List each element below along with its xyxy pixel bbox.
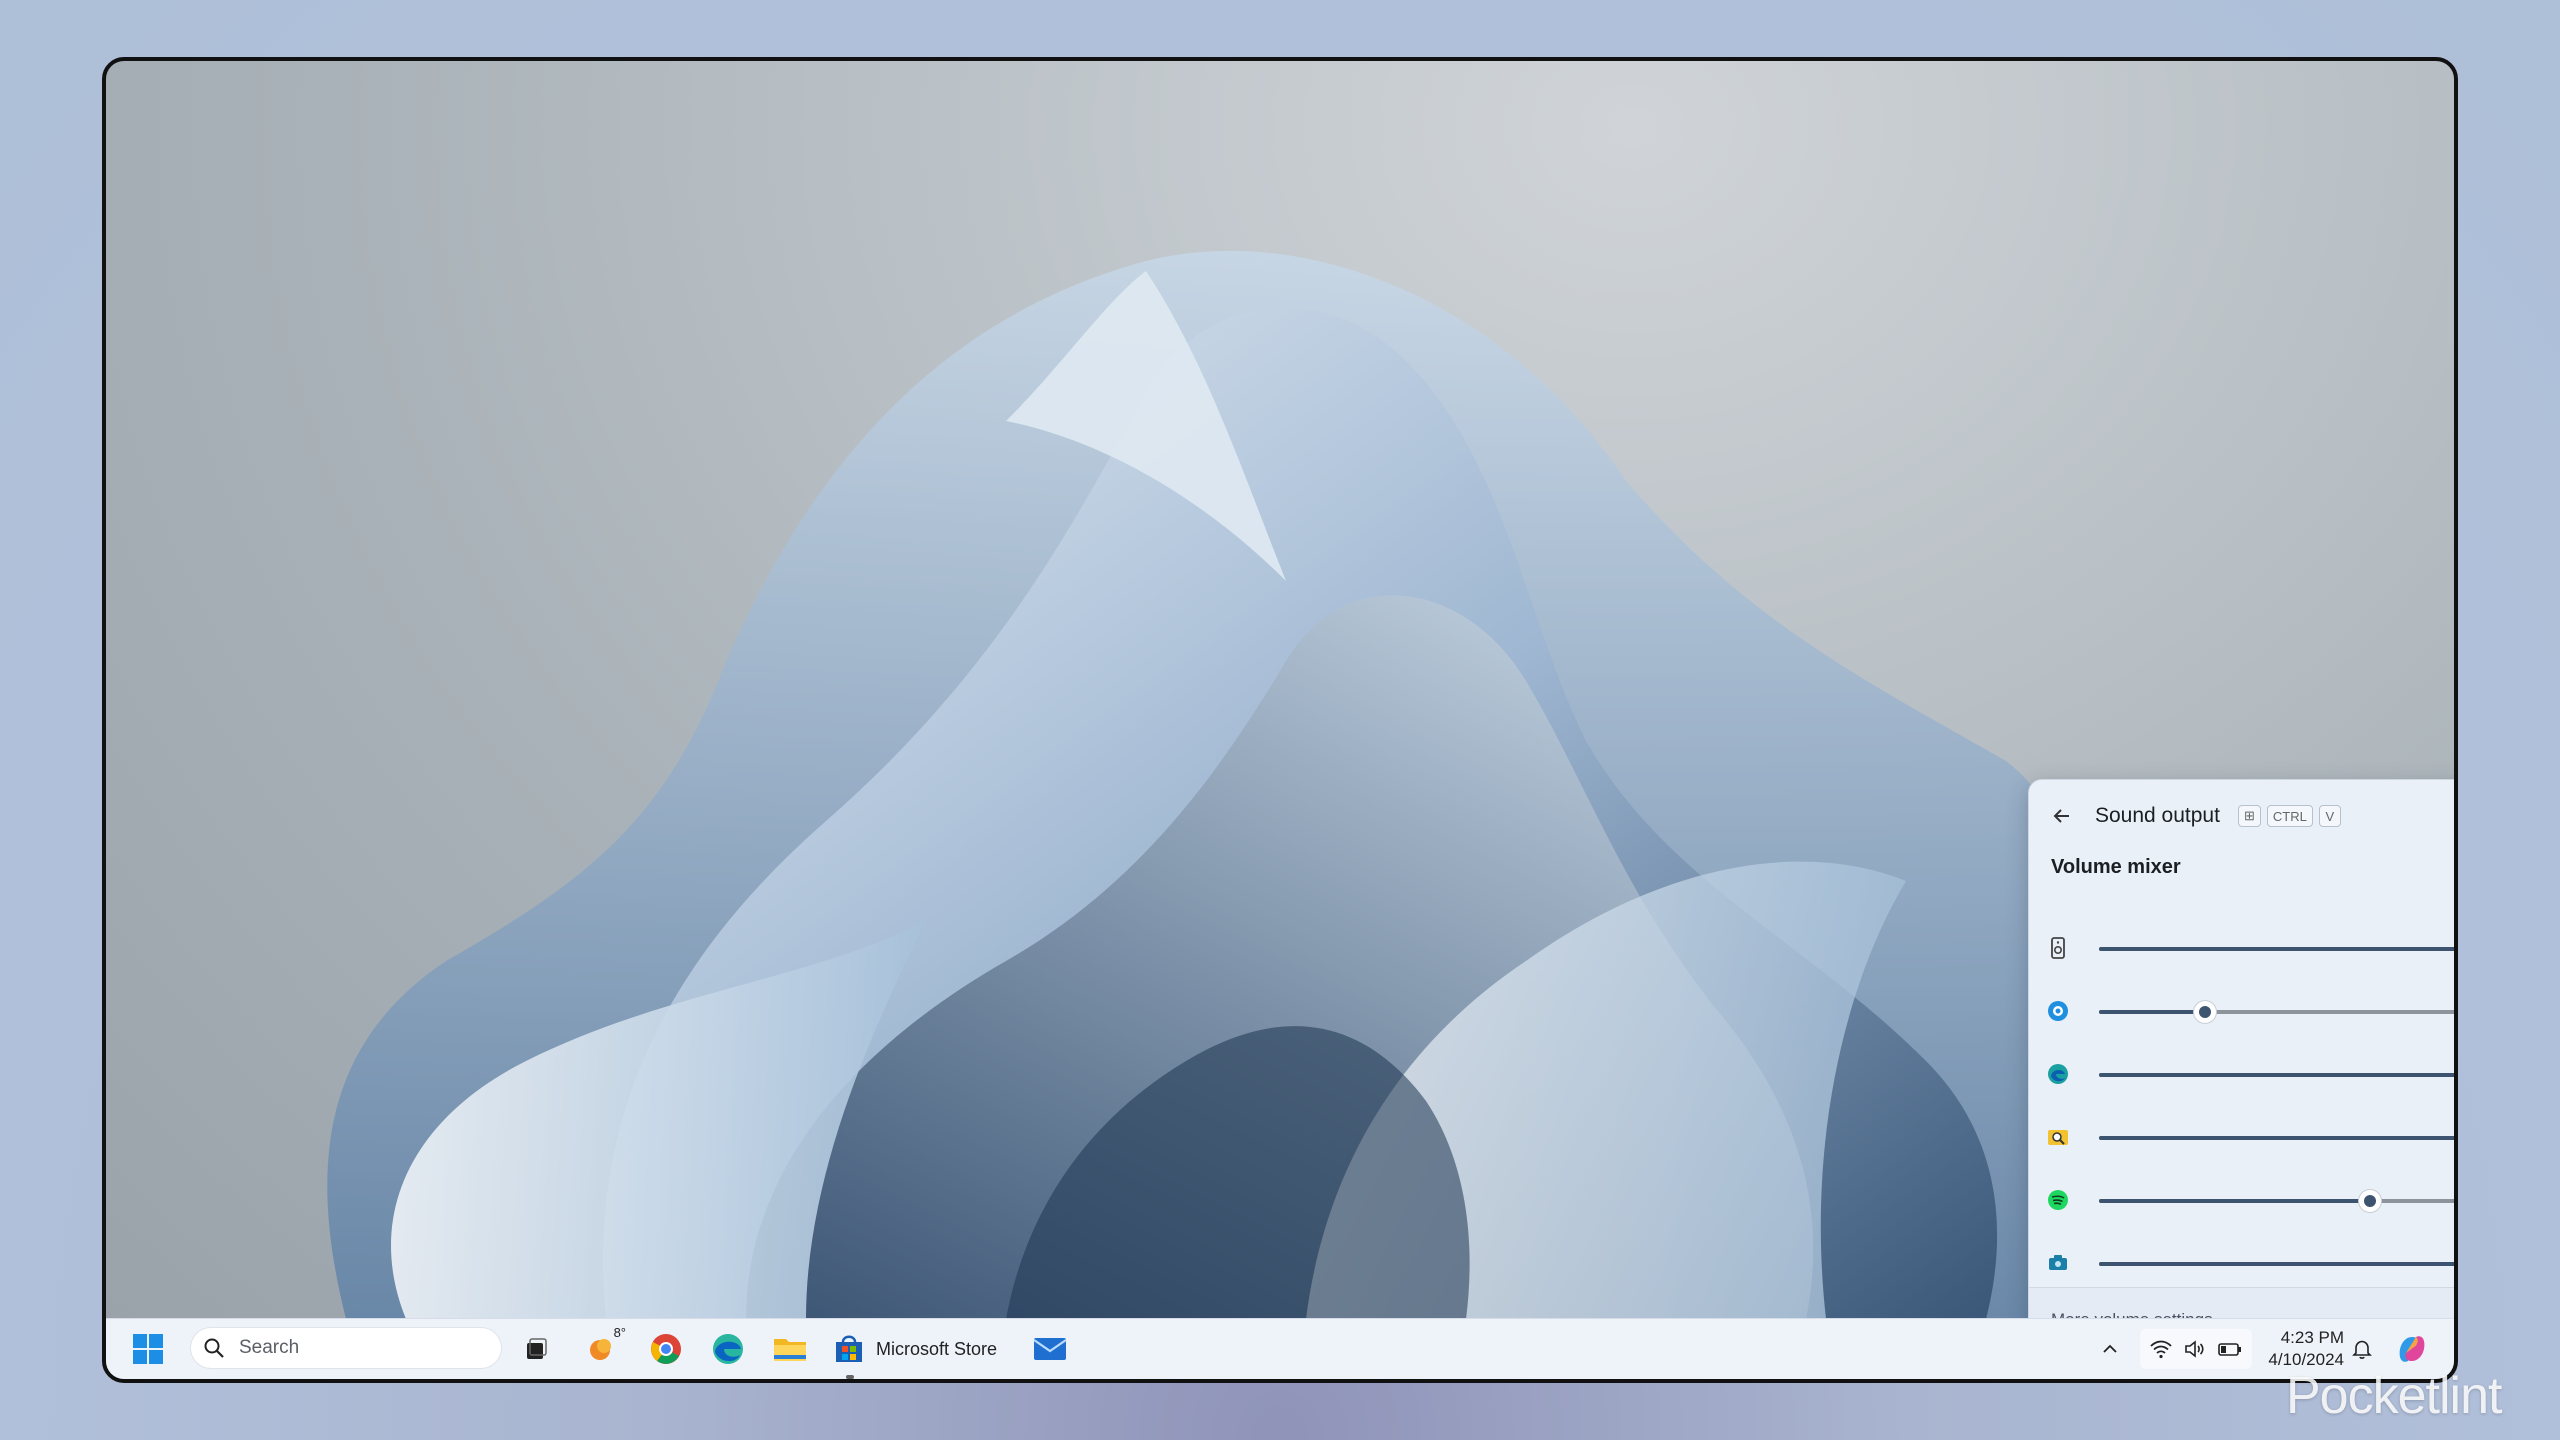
clock[interactable]: 4:23 PM 4/10/2024 (2268, 1327, 2344, 1371)
microsoft-store-label: Microsoft Store (876, 1338, 998, 1359)
windows-logo-icon (133, 1334, 163, 1364)
v-key: V (2318, 805, 2341, 827)
sound-output-title: Sound output (2095, 804, 2220, 827)
back-arrow-icon[interactable] (2051, 805, 2073, 827)
microsoft-store-icon (836, 1335, 862, 1362)
file-explorer-button[interactable] (768, 1329, 812, 1369)
slider-row (2029, 1243, 2454, 1283)
slider-row (2029, 1180, 2454, 1220)
widgets-button[interactable]: 8° (580, 1325, 626, 1369)
running-indicator (846, 1375, 854, 1379)
mail-icon (1033, 1338, 1067, 1360)
bell-icon (2352, 1340, 2372, 1359)
mail-button[interactable] (1028, 1329, 1072, 1369)
app-circle-icon (2048, 1001, 2068, 1021)
start-button[interactable] (128, 1329, 168, 1369)
slider-thumb[interactable] (2359, 1190, 2382, 1212)
flyout-header: Sound output ⊞ CTRL V (2051, 800, 2341, 832)
slider-row (2029, 1054, 2454, 1094)
microsoft-store-button[interactable]: Microsoft Store (832, 1329, 1012, 1379)
slider-thumb[interactable] (2194, 1001, 2216, 1023)
copilot-icon (2399, 1336, 2425, 1362)
taskbar-search[interactable]: Search (190, 1327, 502, 1369)
wifi-icon (2150, 1340, 2172, 1359)
task-view-button[interactable] (516, 1329, 556, 1369)
shortcut-hint: ⊞ CTRL V (2232, 805, 2341, 827)
edge-button[interactable] (706, 1329, 750, 1369)
task-view-icon (527, 1338, 547, 1359)
battery-icon (2218, 1343, 2241, 1356)
weather-sun-icon (590, 1339, 611, 1360)
volume-icon (2185, 1340, 2204, 1358)
clock-time: 4:23 PM (2280, 1328, 2344, 1347)
quick-settings-button[interactable] (2140, 1329, 2252, 1369)
copilot-button[interactable] (2392, 1329, 2432, 1369)
volume-slider[interactable] (2099, 1136, 2454, 1140)
slider-row (2029, 991, 2454, 1031)
search-folder-icon (2048, 1130, 2068, 1145)
show-hidden-icons-button[interactable] (2096, 1329, 2124, 1369)
desktop-window: Sound output ⊞ CTRL V Volume mixer Searc… (102, 57, 2458, 1383)
volume-slider[interactable] (2099, 947, 2454, 951)
edge-icon (2048, 1064, 2068, 1084)
sound-output-flyout: Sound output ⊞ CTRL V Volume mixer (2028, 779, 2454, 1357)
volume-mixer-title: Volume mixer (2051, 856, 2181, 878)
edge-icon (713, 1334, 743, 1364)
search-icon (204, 1338, 224, 1358)
notifications-button[interactable] (2348, 1329, 2376, 1369)
chrome-button[interactable] (644, 1329, 688, 1369)
chrome-icon (651, 1334, 681, 1364)
search-placeholder: Search (239, 1337, 300, 1358)
volume-slider[interactable] (2099, 1190, 2454, 1212)
spotify-icon (2048, 1190, 2068, 1210)
volume-slider[interactable] (2099, 1262, 2454, 1266)
volume-slider[interactable] (2099, 1001, 2454, 1023)
ctrl-key: CTRL (2266, 805, 2313, 827)
slider-row (2029, 1117, 2454, 1157)
folder-icon (774, 1339, 806, 1361)
camera-app-icon (2049, 1255, 2067, 1270)
taskbar: Search 8° Microsoft Store 4:23 PM 4/10/2… (106, 1318, 2454, 1379)
speaker-icon (2051, 937, 2065, 959)
weather-temperature: 8° (613, 1325, 626, 1340)
windows-key: ⊞ (2237, 805, 2261, 827)
pocketlint-watermark: Pocketlint (2286, 1367, 2502, 1425)
chevron-up-icon (2103, 1344, 2117, 1353)
slider-row (2029, 928, 2454, 968)
volume-slider[interactable] (2099, 1073, 2454, 1077)
